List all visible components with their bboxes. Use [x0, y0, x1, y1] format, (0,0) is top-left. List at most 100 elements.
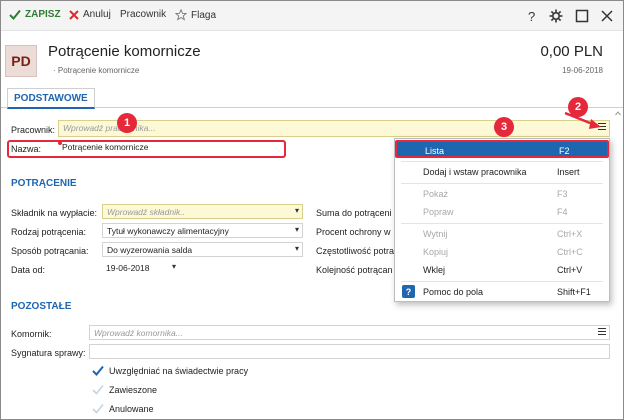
close-icon — [69, 9, 79, 20]
menu-divider — [401, 281, 603, 282]
gear-icon[interactable] — [549, 9, 563, 23]
toolbar: ZAPISZ Anuluj Pracownik Flaga ? — [1, 1, 623, 31]
menu-item-label: Dodaj i wstaw pracownika — [423, 167, 527, 177]
check-icon — [9, 9, 21, 20]
menu-icon[interactable] — [598, 328, 606, 337]
worker-placeholder: Wprowadź pracownika... — [63, 123, 156, 133]
avatar: PD — [5, 45, 37, 77]
star-icon — [175, 9, 187, 21]
menu-item-list[interactable]: Lista F2 — [395, 140, 609, 158]
menu-item-shortcut: F2 — [559, 146, 570, 156]
checkbox-label: Anulowane — [109, 403, 154, 414]
section-deduction: POTRĄCENIE — [11, 178, 77, 189]
chevron-down-icon: ▾ — [171, 262, 176, 271]
cancel-label: Anuluj — [83, 9, 111, 20]
menu-item-label: Pomoc do pola — [423, 287, 484, 297]
method-select[interactable]: Do wyzerowania salda ▾ — [102, 242, 303, 257]
amount: 0,00 PLN — [540, 43, 603, 60]
save-button[interactable]: ZAPISZ — [9, 9, 61, 20]
checkbox-label: Zawieszone — [109, 384, 158, 395]
worker-label: Pracownik — [120, 9, 167, 20]
right-label-order: Kolejność potrącan — [316, 265, 393, 275]
method-label: Sposób potrącania: — [11, 246, 89, 256]
menu-item-cut[interactable]: Wytnij Ctrl+X — [395, 225, 609, 243]
component-label: Składnik na wypłacie: — [11, 208, 98, 218]
flag-button[interactable]: Flaga — [175, 9, 216, 21]
bailiff-input[interactable]: Wprowadź komornika... — [89, 325, 610, 340]
menu-item-show[interactable]: Pokaż F3 — [395, 185, 609, 203]
context-menu: Lista F2 Dodaj i wstaw pracownika Insert… — [394, 138, 610, 302]
section-other: POZOSTAŁE — [11, 301, 72, 312]
chevron-down-icon: ▾ — [294, 244, 299, 253]
menu-divider — [401, 223, 603, 224]
save-label: ZAPISZ — [25, 9, 61, 20]
help-icon: ? — [402, 285, 415, 298]
type-select[interactable]: Tytuł wykonawczy alimentacyjny ▾ — [102, 223, 303, 238]
checkbox-certificate[interactable]: Uwzględniać na świadectwie pracy — [92, 365, 248, 376]
right-label-sum: Suma do potrąceni — [316, 208, 392, 218]
component-placeholder: Wprowadź składnik.. — [107, 207, 185, 217]
checkmark-icon — [92, 403, 104, 414]
chevron-down-icon: ▾ — [294, 206, 299, 215]
right-label-frequency: Częstotliwość potra — [316, 246, 395, 256]
date-from-picker[interactable]: 19-06-2018 ▾ — [102, 261, 179, 276]
cancel-button[interactable]: Anuluj — [69, 9, 111, 20]
menu-item-shortcut: Ctrl+X — [557, 229, 583, 239]
checkbox-cancelled[interactable]: Anulowane — [92, 403, 154, 414]
close-window-icon[interactable] — [600, 9, 614, 23]
menu-item-shortcut: Ctrl+C — [557, 247, 583, 257]
type-label: Rodzaj potrącenia: — [11, 227, 87, 237]
bailiff-placeholder: Wprowadź komornika... — [94, 328, 183, 338]
flag-label: Flaga — [191, 9, 217, 21]
menu-item-label: Kopiuj — [423, 247, 449, 257]
menu-item-label: Wklej — [423, 265, 445, 275]
method-value: Do wyzerowania salda — [107, 245, 193, 255]
svg-text:?: ? — [528, 9, 535, 23]
date-from-value: 19-06-2018 — [106, 263, 150, 273]
scrollbar[interactable] — [615, 111, 621, 411]
worker-field-label: Pracownik: — [11, 125, 56, 135]
menu-item-shortcut: Insert — [557, 167, 580, 177]
maximize-icon[interactable] — [575, 9, 589, 23]
menu-item-shortcut: F4 — [557, 207, 568, 217]
annotation-box-spacer — [58, 141, 62, 145]
date-from-label: Data od: — [11, 265, 46, 275]
bailiff-label: Komornik: — [11, 329, 52, 339]
page-title: Potrącenie komornicze — [48, 43, 201, 60]
menu-item-paste[interactable]: Wklej Ctrl+V — [395, 261, 609, 279]
menu-item-shortcut: Ctrl+V — [557, 265, 583, 275]
checkbox-suspended[interactable]: Zawieszone — [92, 384, 157, 395]
menu-item-shortcut: F3 — [557, 189, 568, 199]
menu-item-shortcut: Shift+F1 — [557, 287, 591, 297]
checkmark-icon — [92, 384, 104, 395]
case-sig-label: Sygnatura sprawy: — [11, 348, 86, 358]
case-sig-input[interactable] — [89, 344, 610, 359]
checkbox-label: Uwzględniać na świadectwie pracy — [109, 365, 249, 376]
tab-basic[interactable]: PODSTAWOWE — [7, 88, 95, 109]
checkmark-icon — [92, 365, 104, 376]
menu-item-label: Lista — [425, 146, 445, 156]
tab-bar: PODSTAWOWE — [1, 88, 623, 109]
menu-divider — [401, 183, 603, 184]
worker-button[interactable]: Pracownik — [120, 9, 166, 20]
annotation-box-name — [7, 140, 286, 158]
menu-item-label: Wytnij — [423, 229, 448, 239]
annotation-badge-3: 3 — [494, 117, 514, 137]
breadcrumb-label: Potrącenie komornicze — [57, 66, 140, 75]
menu-divider — [401, 161, 603, 162]
menu-item-add-worker[interactable]: Dodaj i wstaw pracownika Insert — [395, 163, 609, 181]
header-date: 19-06-2018 — [562, 66, 603, 75]
breadcrumb: · Potrącenie komornicze — [53, 66, 140, 75]
worker-input[interactable]: Wprowadź pracownika... — [58, 120, 610, 137]
menu-item-copy[interactable]: Kopiuj Ctrl+C — [395, 243, 609, 261]
menu-item-label: Popraw — [423, 207, 454, 217]
component-select[interactable]: Wprowadź składnik.. ▾ — [102, 204, 303, 219]
annotation-badge-1: 1 — [117, 113, 137, 133]
menu-item-help[interactable]: ? Pomoc do pola Shift+F1 — [395, 283, 609, 301]
help-question-icon[interactable]: ? — [525, 9, 539, 23]
annotation-badge-2: 2 — [568, 97, 588, 117]
menu-item-label: Pokaż — [423, 189, 449, 199]
right-label-percent: Procent ochrony w — [316, 227, 391, 237]
chevron-down-icon: ▾ — [294, 225, 299, 234]
menu-item-edit[interactable]: Popraw F4 — [395, 203, 609, 221]
